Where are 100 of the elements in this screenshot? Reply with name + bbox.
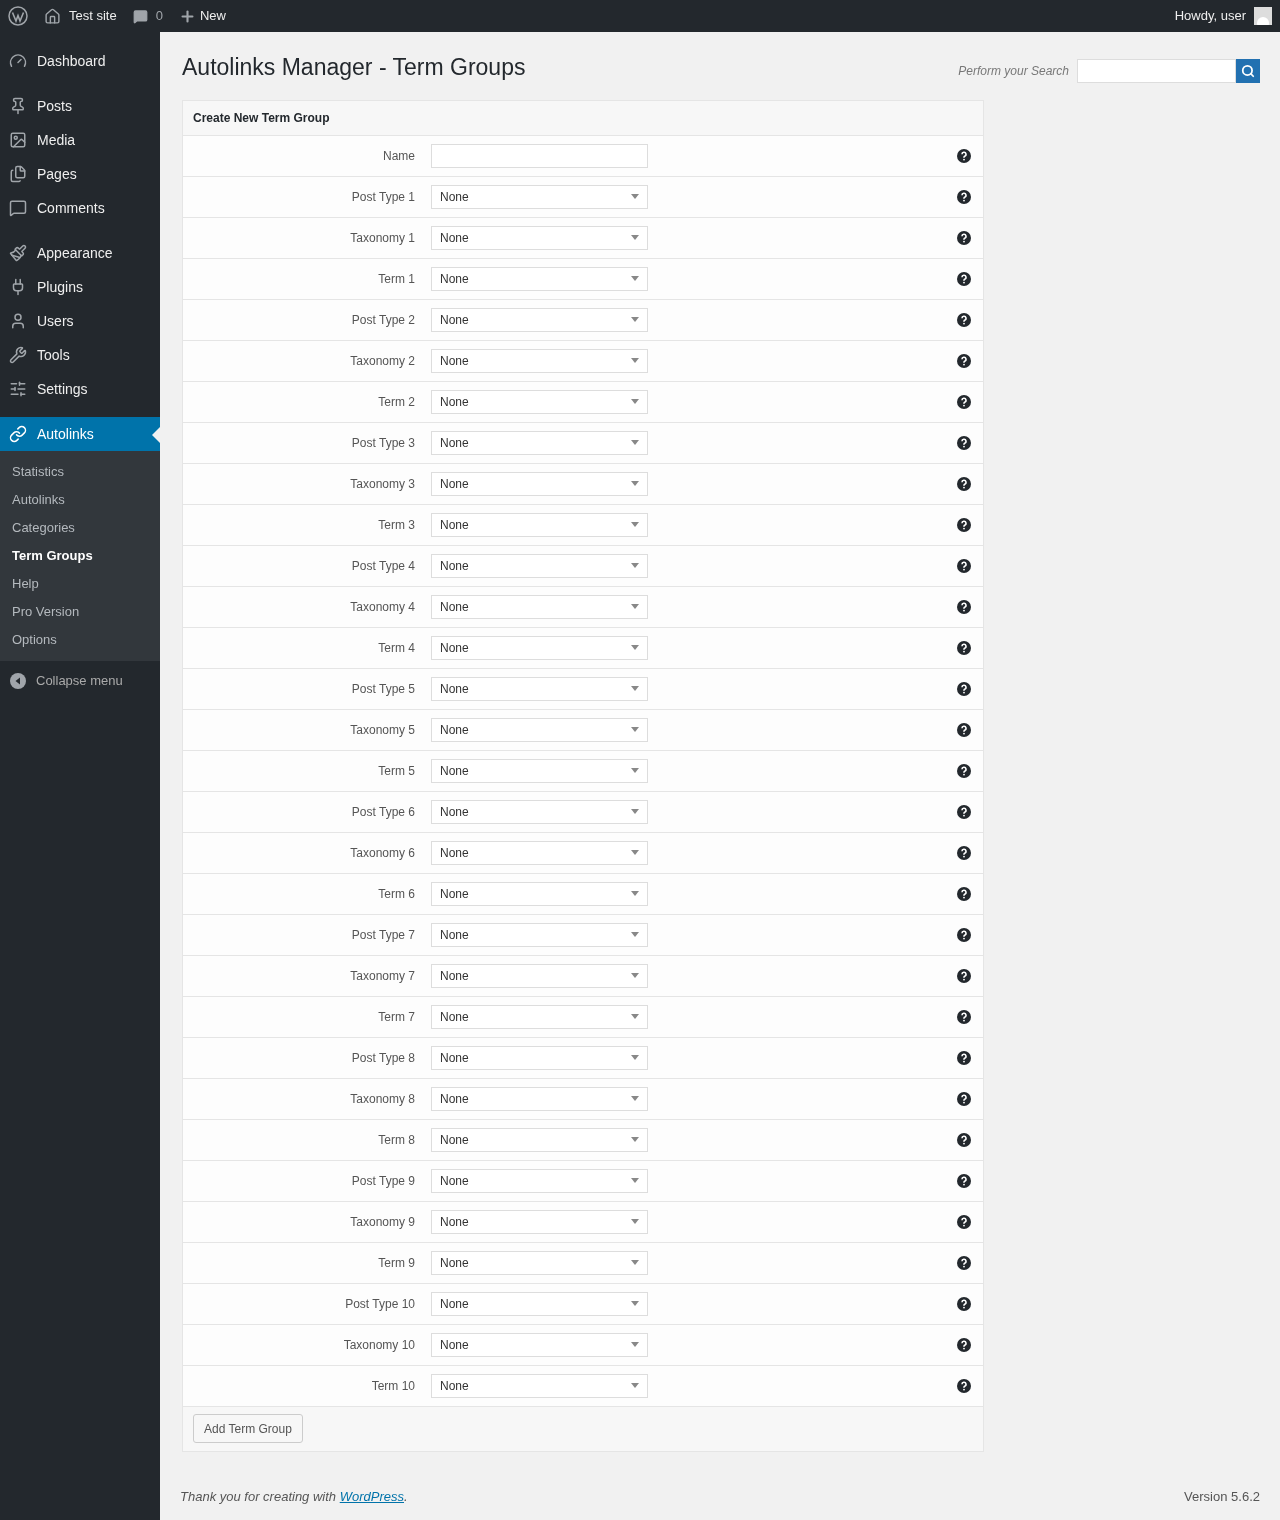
select-field[interactable]: None [431, 922, 648, 947]
select-field[interactable]: None [431, 1373, 648, 1398]
menu-item[interactable]: Appearance [0, 236, 160, 270]
select-field[interactable]: None [431, 1332, 648, 1357]
help-icon[interactable] [957, 722, 971, 737]
menu-item[interactable]: Plugins [0, 270, 160, 304]
select-field[interactable]: None [431, 1127, 648, 1152]
select-field[interactable]: None [431, 266, 648, 291]
menu-item[interactable]: Media [0, 123, 160, 157]
menu-item[interactable]: Tools [0, 338, 160, 372]
select-field[interactable]: None [431, 1045, 648, 1070]
submenu-item[interactable]: Help [0, 570, 160, 598]
select-field[interactable]: None [431, 348, 648, 373]
help-icon[interactable] [957, 1009, 971, 1024]
submenu-item[interactable]: Autolinks [0, 486, 160, 514]
help-icon[interactable] [957, 886, 971, 901]
search-button[interactable] [1236, 59, 1260, 84]
help-icon[interactable] [957, 1337, 971, 1352]
menu-item[interactable]: Settings [0, 372, 160, 406]
select-field[interactable]: None [431, 758, 648, 783]
help-icon[interactable] [957, 1091, 971, 1106]
collapse-menu-button[interactable]: Collapse menu [0, 665, 160, 697]
help-icon[interactable] [957, 681, 971, 696]
select-field[interactable]: None [431, 1168, 648, 1193]
menu-item[interactable]: Dashboard [0, 44, 160, 78]
help-icon[interactable] [957, 312, 971, 327]
greeting-link[interactable]: Howdy, user [1174, 6, 1246, 26]
select-field[interactable]: None [431, 594, 648, 619]
dropdown-arrow-icon [631, 194, 639, 199]
select-field[interactable]: None [431, 430, 648, 455]
new-link[interactable]: New [199, 6, 226, 26]
select-field[interactable]: None [431, 635, 648, 660]
menu-item[interactable]: Pages [0, 157, 160, 191]
select-field[interactable]: None [431, 676, 648, 701]
help-icon[interactable] [957, 476, 971, 491]
help-icon[interactable] [957, 230, 971, 245]
site-name-link[interactable]: Test site [69, 6, 117, 26]
help-icon[interactable] [957, 599, 971, 614]
field-label: Post Type 9 [350, 1172, 416, 1190]
select-field[interactable]: None [431, 512, 648, 537]
help-icon[interactable] [957, 1173, 971, 1188]
help-icon[interactable] [957, 845, 971, 860]
help-icon[interactable] [957, 189, 971, 204]
name-field[interactable] [431, 143, 648, 168]
help-icon[interactable] [957, 927, 971, 942]
help-icon[interactable] [957, 1214, 971, 1229]
select-field[interactable]: None [431, 389, 648, 414]
help-icon[interactable] [957, 763, 971, 778]
comment-count[interactable]: 0 [155, 6, 163, 26]
submenu-item[interactable]: Statistics [0, 458, 160, 486]
select-field[interactable]: None [431, 471, 648, 496]
wordpress-logo-icon[interactable] [8, 6, 28, 26]
add-term-group-button[interactable]: Add Term Group [193, 1414, 303, 1443]
help-icon[interactable] [957, 353, 971, 368]
help-icon[interactable] [957, 435, 971, 450]
submenu-item[interactable]: Categories [0, 514, 160, 542]
plus-icon[interactable] [178, 7, 196, 25]
help-icon[interactable] [957, 968, 971, 983]
select-field[interactable]: None [431, 225, 648, 250]
menu-item[interactable]: Autolinks [0, 417, 160, 451]
select-field[interactable]: None [431, 553, 648, 578]
help-icon[interactable] [957, 271, 971, 286]
select-field[interactable]: None [431, 1209, 648, 1234]
dropdown-arrow-icon [631, 727, 639, 732]
submenu-item[interactable]: Term Groups [0, 542, 160, 570]
dropdown-arrow-icon [631, 891, 639, 896]
select-field[interactable]: None [431, 1086, 648, 1111]
help-icon[interactable] [957, 1296, 971, 1311]
select-field[interactable]: None [431, 799, 648, 824]
menu-item[interactable]: Users [0, 304, 160, 338]
submenu-item[interactable]: Pro Version [0, 598, 160, 626]
submenu-item[interactable]: Options [0, 626, 160, 654]
comment-icon[interactable] [132, 8, 148, 24]
select-field[interactable]: None [431, 307, 648, 332]
select-field[interactable]: None [431, 963, 648, 988]
help-icon[interactable] [957, 1378, 971, 1393]
field-label: Post Type 3 [350, 434, 416, 452]
menu-item[interactable]: Posts [0, 89, 160, 123]
select-field[interactable]: None [431, 1004, 648, 1029]
help-icon[interactable] [957, 804, 971, 819]
select-field[interactable]: None [431, 840, 648, 865]
help-icon[interactable] [957, 1132, 971, 1147]
select-field[interactable]: None [431, 717, 648, 742]
search-field[interactable] [1077, 59, 1236, 84]
select-field[interactable]: None [431, 1291, 648, 1316]
dropdown-arrow-icon [631, 1260, 639, 1265]
wordpress-link[interactable]: WordPress [339, 1488, 404, 1504]
help-icon[interactable] [957, 394, 971, 409]
menu-item[interactable]: Comments [0, 191, 160, 225]
home-icon[interactable] [44, 7, 61, 25]
help-icon[interactable] [957, 1050, 971, 1065]
help-icon[interactable] [957, 640, 971, 655]
select-field[interactable]: None [431, 881, 648, 906]
dropdown-arrow-icon [631, 1096, 639, 1101]
help-icon[interactable] [957, 1255, 971, 1270]
help-icon[interactable] [957, 148, 971, 163]
help-icon[interactable] [957, 558, 971, 573]
help-icon[interactable] [957, 517, 971, 532]
select-field[interactable]: None [431, 1250, 648, 1275]
select-field[interactable]: None [431, 184, 648, 209]
